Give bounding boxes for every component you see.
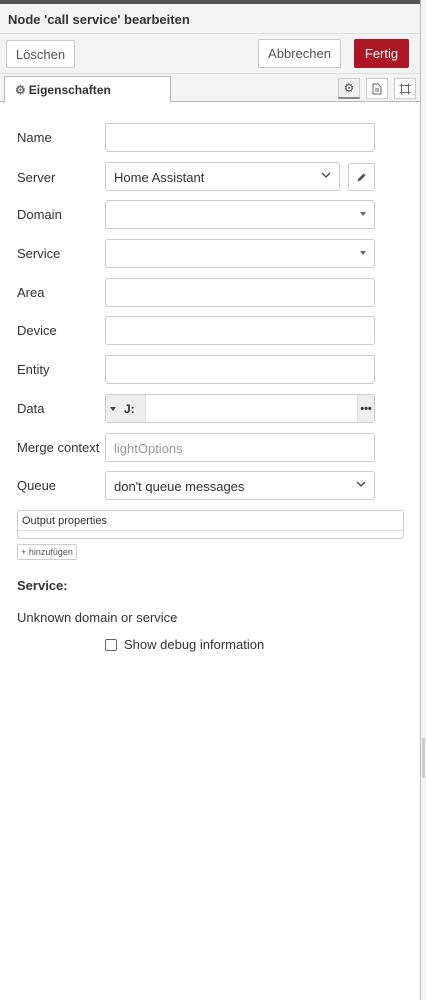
service-message: Unknown domain or service bbox=[17, 610, 178, 625]
device-label: Device bbox=[17, 323, 57, 338]
queue-label: Queue bbox=[17, 478, 57, 493]
server-label: Server bbox=[17, 170, 56, 185]
queue-select[interactable]: don't queue messages bbox=[105, 471, 375, 500]
json-type-icon: J: bbox=[124, 401, 135, 416]
service-label: Service bbox=[17, 246, 61, 261]
done-button[interactable]: Fertig bbox=[354, 39, 409, 68]
caret-down-icon bbox=[360, 212, 366, 216]
name-label: Name bbox=[17, 130, 52, 145]
tab-properties-label: Eigenschaften bbox=[28, 83, 111, 97]
dialog-title: Node 'call service' bearbeiten bbox=[0, 4, 420, 34]
caret-down-icon bbox=[360, 251, 366, 255]
domain-label: Domain bbox=[17, 207, 62, 222]
server-value: Home Assistant bbox=[114, 170, 205, 185]
merge-context-placeholder: lightOptions bbox=[114, 441, 183, 456]
output-properties-list: Output properties bbox=[17, 510, 404, 539]
description-icon bbox=[372, 83, 382, 94]
expand-editor-button[interactable]: ••• bbox=[357, 395, 374, 422]
entity-input[interactable] bbox=[105, 355, 375, 384]
action-bar: Löschen Abbrechen Fertig bbox=[0, 34, 420, 74]
domain-select[interactable] bbox=[105, 200, 375, 229]
delete-button[interactable]: Löschen bbox=[6, 40, 75, 68]
tab-gear-icon[interactable]: ⚙ bbox=[338, 78, 360, 99]
service-heading: Service: bbox=[17, 578, 68, 593]
data-label: Data bbox=[17, 401, 45, 416]
debug-checkbox[interactable] bbox=[105, 638, 117, 651]
edit-server-button[interactable] bbox=[348, 163, 375, 191]
data-input[interactable]: J: ••• bbox=[105, 394, 375, 423]
entity-label: Entity bbox=[17, 362, 50, 377]
tab-appearance-icon[interactable] bbox=[394, 78, 416, 99]
debug-option[interactable]: Show debug information bbox=[105, 637, 264, 652]
scrollbar-thumb[interactable] bbox=[422, 738, 425, 778]
tab-properties[interactable]: ⚙ Eigenschaften bbox=[4, 76, 171, 103]
area-label: Area bbox=[17, 285, 45, 300]
area-input[interactable] bbox=[105, 278, 375, 307]
output-properties-header: Output properties bbox=[18, 511, 403, 531]
server-select[interactable]: Home Assistant bbox=[105, 162, 340, 191]
merge-context-input[interactable]: lightOptions bbox=[105, 433, 375, 462]
device-input[interactable] bbox=[105, 316, 375, 345]
debug-label: Show debug information bbox=[124, 637, 265, 652]
tab-description-icon[interactable] bbox=[366, 78, 388, 99]
add-output-button[interactable]: + hinzufügen bbox=[17, 544, 77, 560]
name-input[interactable] bbox=[105, 123, 375, 152]
data-type-selector[interactable]: J: bbox=[106, 395, 146, 422]
caret-down-icon bbox=[110, 406, 116, 411]
cancel-button[interactable]: Abbrechen bbox=[258, 39, 341, 68]
chevron-down-icon bbox=[321, 172, 331, 178]
chevron-down-icon bbox=[356, 481, 366, 487]
gear-icon: ⚙ bbox=[15, 83, 26, 97]
service-select[interactable] bbox=[105, 239, 375, 268]
appearance-icon bbox=[399, 83, 411, 94]
pencil-icon bbox=[357, 173, 366, 181]
merge-context-label: Merge context bbox=[17, 440, 100, 455]
queue-value: don't queue messages bbox=[114, 479, 245, 494]
tab-bar: ⚙ Eigenschaften ⚙ bbox=[0, 74, 420, 103]
right-scroll-area bbox=[421, 0, 426, 1000]
